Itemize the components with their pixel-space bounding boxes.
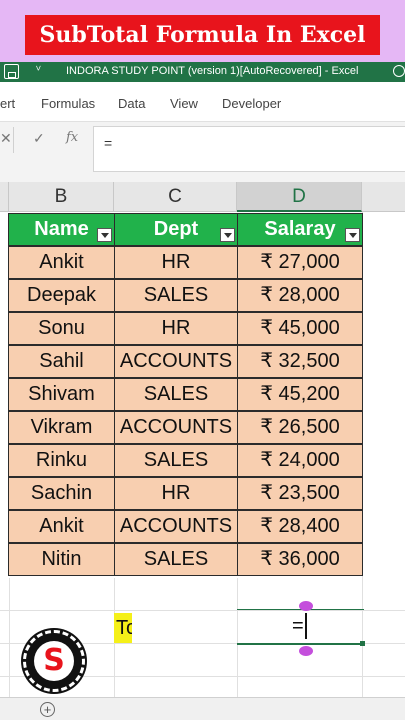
selection-handle-bottom[interactable] xyxy=(299,646,313,656)
table-cell-dept[interactable]: HR xyxy=(114,477,238,510)
tab-view[interactable]: View xyxy=(170,96,198,111)
table-cell-name[interactable]: Sonu xyxy=(8,312,115,345)
table-cell-dept[interactable]: ACCOUNTS xyxy=(114,411,238,444)
formula-input[interactable]: = xyxy=(93,126,405,172)
table-cell-dept[interactable]: SALES xyxy=(114,279,238,312)
channel-logo: S xyxy=(23,630,85,692)
table-cell-salary[interactable]: ₹ 24,000 xyxy=(237,444,363,477)
filter-dropdown-icon[interactable] xyxy=(220,228,235,242)
add-sheet-icon[interactable]: + xyxy=(40,702,55,717)
column-header-b[interactable]: B xyxy=(9,182,114,212)
search-icon[interactable] xyxy=(393,65,405,77)
table-cell-name[interactable]: Ankit xyxy=(8,510,115,543)
table-cell-salary[interactable]: ₹ 45,000 xyxy=(237,312,363,345)
table-cell-salary[interactable]: ₹ 26,500 xyxy=(237,411,363,444)
table-cell-dept[interactable]: SALES xyxy=(114,378,238,411)
tab-formulas[interactable]: Formulas xyxy=(41,96,95,111)
document-title: INDORA STUDY POINT (version 1)[AutoRecov… xyxy=(66,65,359,77)
ribbon-tabs: ert Formulas Data View Developer xyxy=(0,82,405,122)
table-cell-salary[interactable]: ₹ 28,400 xyxy=(237,510,363,543)
formula-cell-text: = xyxy=(292,615,304,637)
table-cell-salary[interactable]: ₹ 27,000 xyxy=(237,246,363,279)
total-label-cell[interactable]: To xyxy=(114,613,132,643)
header-name-label: Name xyxy=(34,218,89,240)
enter-icon[interactable]: ✓ xyxy=(33,130,45,147)
column-header-d[interactable]: D xyxy=(237,182,362,212)
table-cell-name[interactable]: Sachin xyxy=(8,477,115,510)
table-cell-name[interactable]: Vikram xyxy=(8,411,115,444)
filter-dropdown-icon[interactable] xyxy=(345,228,360,242)
cancel-icon[interactable]: ✕ xyxy=(0,130,12,147)
table-cell-name[interactable]: Shivam xyxy=(8,378,115,411)
banner-title: SubTotal Formula In Excel xyxy=(25,15,380,55)
table-cell-name[interactable]: Deepak xyxy=(8,279,115,312)
table-cell-dept[interactable]: ACCOUNTS xyxy=(114,345,238,378)
header-name-cell[interactable]: Name xyxy=(8,213,115,246)
table-cell-name[interactable]: Ankit xyxy=(8,246,115,279)
table-cell-salary[interactable]: ₹ 28,000 xyxy=(237,279,363,312)
table-cell-dept[interactable]: SALES xyxy=(114,543,238,576)
column-header-a[interactable] xyxy=(0,182,9,212)
table-cell-salary[interactable]: ₹ 23,500 xyxy=(237,477,363,510)
sheet-tab-bar: + xyxy=(0,697,405,720)
table-cell-dept[interactable]: SALES xyxy=(114,444,238,477)
column-header-e[interactable] xyxy=(362,182,405,212)
selection-handle-top[interactable] xyxy=(299,601,313,611)
logo-letter: S xyxy=(43,643,65,678)
tab-data[interactable]: Data xyxy=(118,96,145,111)
grid-line xyxy=(9,578,10,697)
save-icon[interactable] xyxy=(4,64,19,79)
table-cell-salary[interactable]: ₹ 36,000 xyxy=(237,543,363,576)
title-bar: ⱽ INDORA STUDY POINT (version 1)[AutoRec… xyxy=(0,62,405,82)
filter-dropdown-icon[interactable] xyxy=(97,228,112,242)
quick-access-dropdown-icon[interactable]: ⱽ xyxy=(36,64,41,77)
table-cell-name[interactable]: Rinku xyxy=(8,444,115,477)
selection-border xyxy=(237,643,364,645)
logo-badge: S xyxy=(34,641,74,681)
formula-bar: ✕ ✓ fx = xyxy=(0,122,405,182)
header-salary-label: Salaray xyxy=(264,218,336,240)
table-cell-dept[interactable]: HR xyxy=(114,246,238,279)
table-cell-name[interactable]: Nitin xyxy=(8,543,115,576)
insert-function-icon[interactable]: fx xyxy=(66,130,78,145)
header-dept-cell[interactable]: Dept xyxy=(114,213,238,246)
header-dept-label: Dept xyxy=(153,218,199,240)
table-cell-dept[interactable]: ACCOUNTS xyxy=(114,510,238,543)
table-cell-name[interactable]: Sahil xyxy=(8,345,115,378)
tab-developer[interactable]: Developer xyxy=(222,96,281,111)
table-cell-dept[interactable]: HR xyxy=(114,312,238,345)
text-cursor xyxy=(305,613,307,639)
table-cell-salary[interactable]: ₹ 45,200 xyxy=(237,378,363,411)
video-banner: SubTotal Formula In Excel xyxy=(0,0,405,62)
table-cell-salary[interactable]: ₹ 32,500 xyxy=(237,345,363,378)
tab-insert[interactable]: ert xyxy=(0,96,15,111)
header-salary-cell[interactable]: Salaray xyxy=(237,213,363,246)
formula-input-text: = xyxy=(104,135,113,151)
fill-handle[interactable] xyxy=(360,641,365,646)
column-header-c[interactable]: C xyxy=(114,182,237,212)
